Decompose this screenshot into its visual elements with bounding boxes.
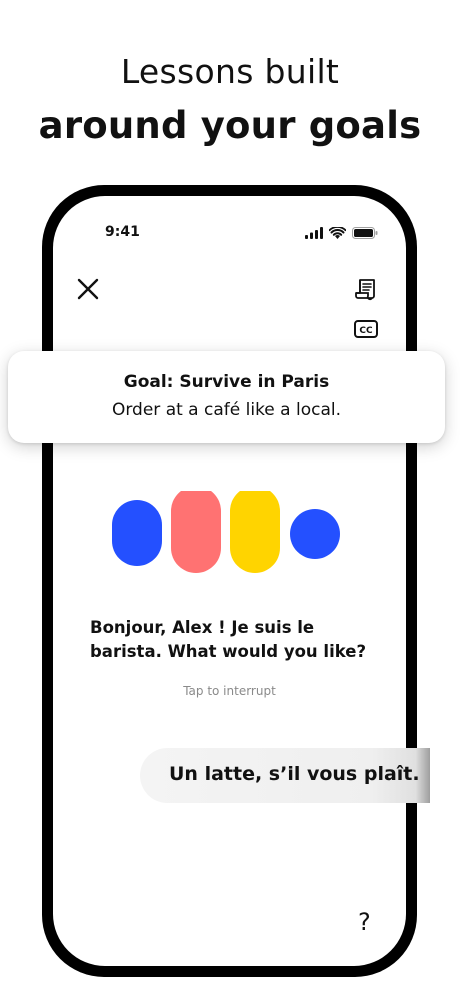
headline-line-2: around your goals <box>38 104 422 147</box>
captions-label: CC <box>359 326 373 336</box>
phone-screen: 9:41 CC Bonjour, Alex ! Je suis le baris… <box>53 196 406 966</box>
user-message-bubble: Un latte, s’il vous plaît. <box>140 748 430 803</box>
app-store-screenshot: Lessons built around your goals 9:41 CC … <box>0 0 460 999</box>
goal-subtitle: Order at a café like a local. <box>111 400 342 420</box>
voice-orb <box>112 500 162 566</box>
closed-captions-icon[interactable]: CC <box>353 318 379 340</box>
voice-orb <box>230 486 280 573</box>
close-icon[interactable] <box>75 276 101 302</box>
phone-frame: 9:41 CC Bonjour, Alex ! Je suis le baris… <box>42 185 417 977</box>
status-time: 9:41 <box>105 224 140 240</box>
user-message: Un latte, s’il vous plaît. <box>169 763 420 785</box>
agent-message: Bonjour, Alex ! Je suis le barista. What… <box>90 618 367 661</box>
goal-card: Goal: Survive in Paris Order at a café l… <box>8 351 445 443</box>
cellular-signal-icon <box>305 224 323 243</box>
tap-to-interrupt-hint[interactable]: Tap to interrupt <box>53 684 406 698</box>
transcript-icon[interactable] <box>353 276 379 302</box>
headline-line-1: Lessons built <box>120 52 340 91</box>
wifi-icon <box>328 224 347 243</box>
battery-icon <box>352 224 378 243</box>
help-button[interactable]: ? <box>358 908 371 936</box>
status-icons <box>305 224 378 243</box>
voice-orb <box>171 486 221 573</box>
voice-orb <box>290 509 340 559</box>
goal-title: Goal: Survive in Paris <box>123 372 330 392</box>
voice-visualizer <box>112 486 352 583</box>
